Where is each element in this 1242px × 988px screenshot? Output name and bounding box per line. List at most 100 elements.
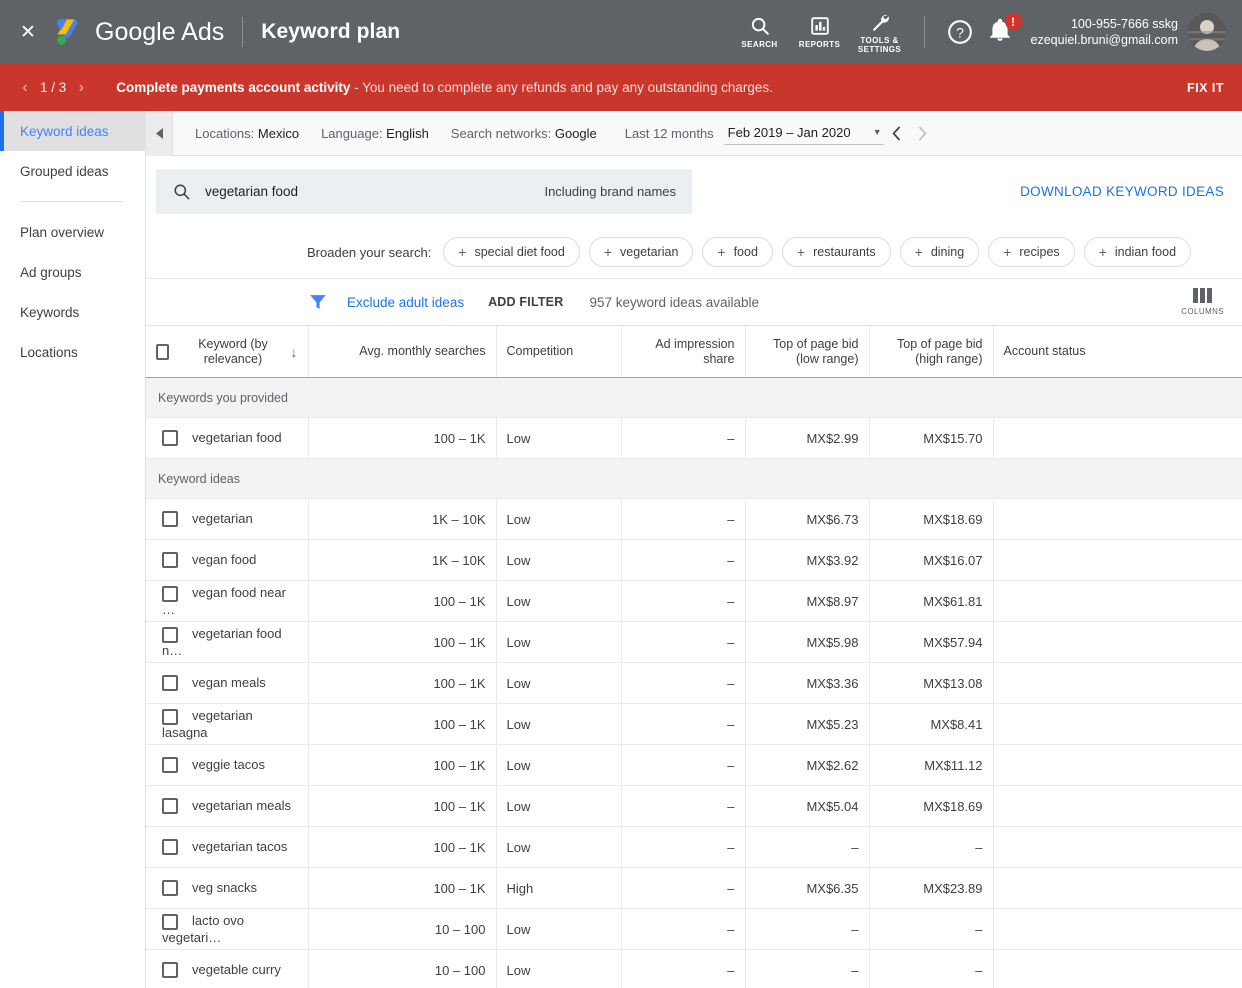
row-keyword-cell[interactable]: vegetarian	[146, 498, 308, 540]
table-row[interactable]: vegetarian tacos 100 – 1K Low – – –	[146, 826, 1242, 868]
close-button[interactable]: ✕	[0, 0, 56, 64]
header-divider	[242, 17, 244, 47]
column-header-ad-impression-share[interactable]: Ad impression share	[620, 325, 745, 378]
broaden-chip-indian-food[interactable]: + indian food	[1083, 237, 1192, 267]
account-info[interactable]: 100-955-7666 sskg ezequiel.bruni@gmail.c…	[1031, 16, 1178, 48]
exclude-adult-ideas-filter[interactable]: Exclude adult ideas	[347, 295, 464, 310]
language-setting[interactable]: Language: English	[321, 126, 429, 141]
reports-tool-label: REPORTS	[798, 40, 841, 49]
notifications-button[interactable]: !	[981, 0, 1023, 64]
row-competition: Low	[495, 703, 621, 745]
sidebar-item-grouped-ideas[interactable]: Grouped ideas	[0, 151, 145, 191]
row-keyword-cell[interactable]: vegetarian lasagna	[146, 703, 308, 745]
filter-funnel-icon[interactable]	[307, 291, 329, 313]
search-networks-setting[interactable]: Search networks: Google	[451, 126, 597, 141]
row-keyword-cell[interactable]: vegetarian food n…	[146, 621, 308, 663]
broaden-chip-recipes[interactable]: + recipes	[988, 237, 1075, 267]
avatar[interactable]	[1188, 13, 1226, 51]
sidebar-item-ad-groups[interactable]: Ad groups	[0, 252, 145, 292]
broaden-chip-restaurants[interactable]: + restaurants	[781, 237, 891, 267]
table-row[interactable]: vegan food 1K – 10K Low – MX$3.92 MX$16.…	[146, 539, 1242, 581]
table-row[interactable]: vegetarian lasagna 100 – 1K Low – MX$5.2…	[146, 703, 1242, 745]
row-bid-high: –	[868, 949, 993, 988]
locations-setting[interactable]: Locations: Mexico	[195, 126, 299, 141]
select-all-checkbox[interactable]	[156, 343, 170, 360]
row-keyword-cell[interactable]: vegan meals	[146, 662, 308, 704]
row-checkbox[interactable]	[162, 675, 178, 692]
sidebar-item-keyword-ideas[interactable]: Keyword ideas	[0, 111, 145, 151]
column-header-top-of-page-bid-high[interactable]: Top of page bid (high range)	[868, 325, 993, 378]
row-bid-high: MX$18.69	[868, 785, 993, 827]
help-button[interactable]: ?	[939, 0, 981, 64]
column-header-keyword[interactable]: Keyword (by relevance) ↓	[146, 325, 308, 378]
table-row[interactable]: lacto ovo vegetari… 10 – 100 Low – – –	[146, 908, 1242, 950]
search-input[interactable]: vegetarian food Including brand names	[156, 168, 692, 214]
row-checkbox[interactable]	[162, 798, 178, 815]
alert-prev-button[interactable]: ‹	[14, 73, 36, 103]
column-header-top-of-page-bid-low[interactable]: Top of page bid (low range)	[744, 325, 869, 378]
table-row[interactable]: veggie tacos 100 – 1K Low – MX$2.62 MX$1…	[146, 744, 1242, 786]
row-bid-high: MX$57.94	[868, 621, 993, 663]
reports-tool-button[interactable]: REPORTS	[790, 0, 850, 64]
row-checkbox[interactable]	[162, 626, 178, 643]
row-keyword-cell[interactable]: vegetarian meals	[146, 785, 308, 827]
download-keyword-ideas-button[interactable]: DOWNLOAD KEYWORD IDEAS	[1020, 184, 1224, 199]
table-row[interactable]: vegetarian 1K – 10K Low – MX$6.73 MX$18.…	[146, 498, 1242, 540]
table-row[interactable]: vegetarian food n… 100 – 1K Low – MX$5.9…	[146, 621, 1242, 663]
table-row[interactable]: vegetarian food 100 – 1K Low – MX$2.99 M…	[146, 417, 1242, 459]
broaden-chip-special-diet-food[interactable]: + special diet food	[443, 237, 580, 267]
row-keyword-cell[interactable]: veg snacks	[146, 867, 308, 909]
tools-settings-button[interactable]: TOOLS & SETTINGS	[850, 0, 910, 64]
row-bid-high: MX$8.41	[868, 703, 993, 745]
column-header-competition[interactable]: Competition	[495, 325, 621, 378]
date-range-next-button[interactable]	[910, 113, 936, 153]
sort-descending-icon[interactable]: ↓	[285, 344, 298, 360]
columns-button[interactable]: COLUMNS	[1181, 288, 1232, 316]
table-row[interactable]: vegetarian meals 100 – 1K Low – MX$5.04 …	[146, 785, 1242, 827]
date-range-selector[interactable]: Feb 2019 – Jan 2020 ▼	[723, 122, 884, 145]
chevron-down-icon: ▼	[872, 127, 882, 137]
column-header-avg-monthly-searches[interactable]: Avg. monthly searches	[307, 325, 496, 378]
row-checkbox[interactable]	[162, 962, 178, 979]
google-ads-logo[interactable]: Google Ads	[56, 17, 224, 47]
row-ad-impression-share: –	[620, 621, 745, 663]
row-ad-impression-share: –	[620, 744, 745, 786]
broaden-chip-food[interactable]: + food	[702, 237, 773, 267]
row-checkbox[interactable]	[162, 552, 178, 569]
row-keyword: vegetable curry	[192, 961, 281, 977]
table-row[interactable]: vegetable curry 10 – 100 Low – – –	[146, 949, 1242, 988]
row-checkbox[interactable]	[162, 880, 178, 897]
alert-fix-it-button[interactable]: FIX IT	[1187, 81, 1224, 95]
broaden-chip-dining[interactable]: + dining	[899, 237, 980, 267]
collapse-panel-button[interactable]	[146, 111, 173, 156]
row-checkbox[interactable]	[162, 839, 178, 856]
date-range-prev-button[interactable]	[884, 113, 910, 153]
table-row[interactable]: vegan food near … 100 – 1K Low – MX$8.97…	[146, 580, 1242, 622]
row-keyword-cell[interactable]: vegan food	[146, 539, 308, 581]
sidebar-item-keywords[interactable]: Keywords	[0, 292, 145, 332]
settings-bar: Locations: Mexico Language: English Sear…	[146, 111, 1242, 156]
sidebar-item-plan-overview[interactable]: Plan overview	[0, 212, 145, 252]
plus-icon: +	[717, 244, 726, 260]
sidebar-item-locations[interactable]: Locations	[0, 332, 145, 372]
table-row[interactable]: veg snacks 100 – 1K High – MX$6.35 MX$23…	[146, 867, 1242, 909]
row-checkbox[interactable]	[162, 430, 178, 447]
broaden-chip-vegetarian[interactable]: + vegetarian	[588, 237, 694, 267]
alert-next-button[interactable]: ›	[70, 73, 92, 103]
table-row[interactable]: vegan meals 100 – 1K Low – MX$3.36 MX$13…	[146, 662, 1242, 704]
row-checkbox[interactable]	[162, 708, 178, 725]
row-keyword-cell[interactable]: vegetarian food	[146, 417, 308, 459]
search-tool-button[interactable]: SEARCH	[730, 0, 790, 64]
row-keyword-cell[interactable]: vegetable curry	[146, 949, 308, 988]
row-checkbox[interactable]	[162, 511, 178, 528]
row-checkbox[interactable]	[162, 585, 178, 602]
row-keyword-cell[interactable]: vegan food near …	[146, 580, 308, 622]
row-keyword-cell[interactable]: vegetarian tacos	[146, 826, 308, 868]
row-checkbox[interactable]	[162, 913, 178, 930]
row-keyword-cell[interactable]: lacto ovo vegetari…	[146, 908, 308, 950]
language-label: Language:	[321, 125, 383, 141]
row-checkbox[interactable]	[162, 757, 178, 774]
add-filter-button[interactable]: ADD FILTER	[488, 295, 563, 309]
row-keyword-cell[interactable]: veggie tacos	[146, 744, 308, 786]
column-header-account-status[interactable]: Account status	[992, 325, 1242, 378]
